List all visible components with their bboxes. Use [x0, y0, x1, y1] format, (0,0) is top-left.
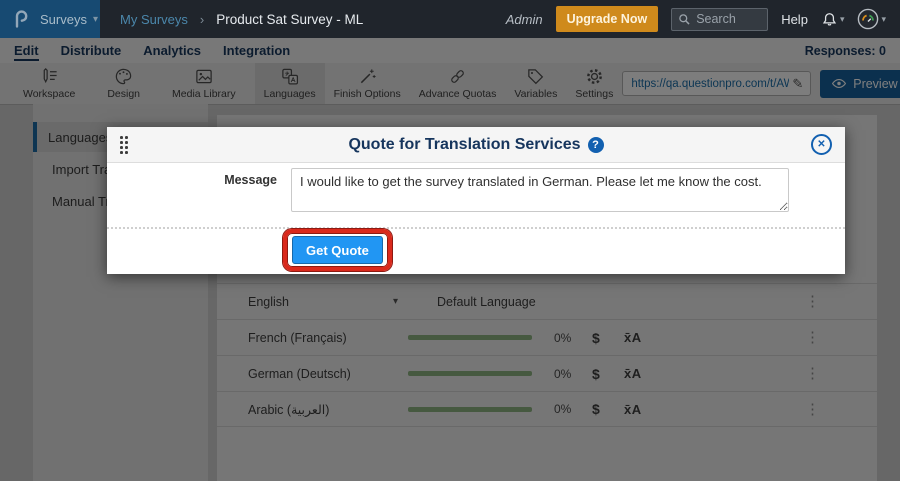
app-window: Surveys ▾ My Surveys › Product Sat Surve… [0, 0, 900, 481]
chevron-down-icon: ▾ [881, 14, 886, 25]
search-box[interactable] [671, 8, 768, 31]
notifications-menu[interactable]: ▾ [821, 11, 845, 28]
search-icon [678, 13, 691, 26]
quote-translation-modal: Quote for Translation Services ? ✕ Messa… [107, 127, 845, 274]
modal-footer-divider [107, 227, 845, 229]
bell-icon [821, 11, 838, 28]
message-textarea[interactable]: I would like to get the survey translate… [291, 168, 789, 212]
breadcrumb: My Surveys › Product Sat Survey - ML [120, 12, 363, 27]
chevron-down-icon: ▾ [93, 14, 98, 25]
product-switcher[interactable]: Surveys ▾ [0, 0, 100, 38]
close-icon[interactable]: ✕ [811, 134, 832, 155]
annotation-highlight-box: Get Quote [283, 229, 392, 271]
top-navbar: Surveys ▾ My Surveys › Product Sat Surve… [0, 0, 900, 38]
modal-title: Quote for Translation Services [348, 136, 580, 154]
help-icon[interactable]: ? [588, 137, 604, 153]
message-label: Message [147, 173, 277, 187]
search-input[interactable] [696, 12, 760, 26]
breadcrumb-my-surveys[interactable]: My Surveys [120, 12, 188, 27]
avatar [857, 8, 879, 30]
account-menu[interactable]: ▾ [857, 8, 886, 30]
upgrade-now-button[interactable]: Upgrade Now [556, 6, 659, 32]
get-quote-button[interactable]: Get Quote [292, 236, 383, 264]
product-switcher-label: Surveys [40, 12, 87, 27]
breadcrumb-separator: › [200, 12, 204, 27]
chevron-down-icon: ▾ [840, 14, 845, 25]
breadcrumb-current-survey: Product Sat Survey - ML [216, 12, 363, 27]
questionpro-logo-icon [11, 8, 31, 30]
help-link[interactable]: Help [781, 12, 808, 27]
admin-label: Admin [506, 12, 543, 27]
